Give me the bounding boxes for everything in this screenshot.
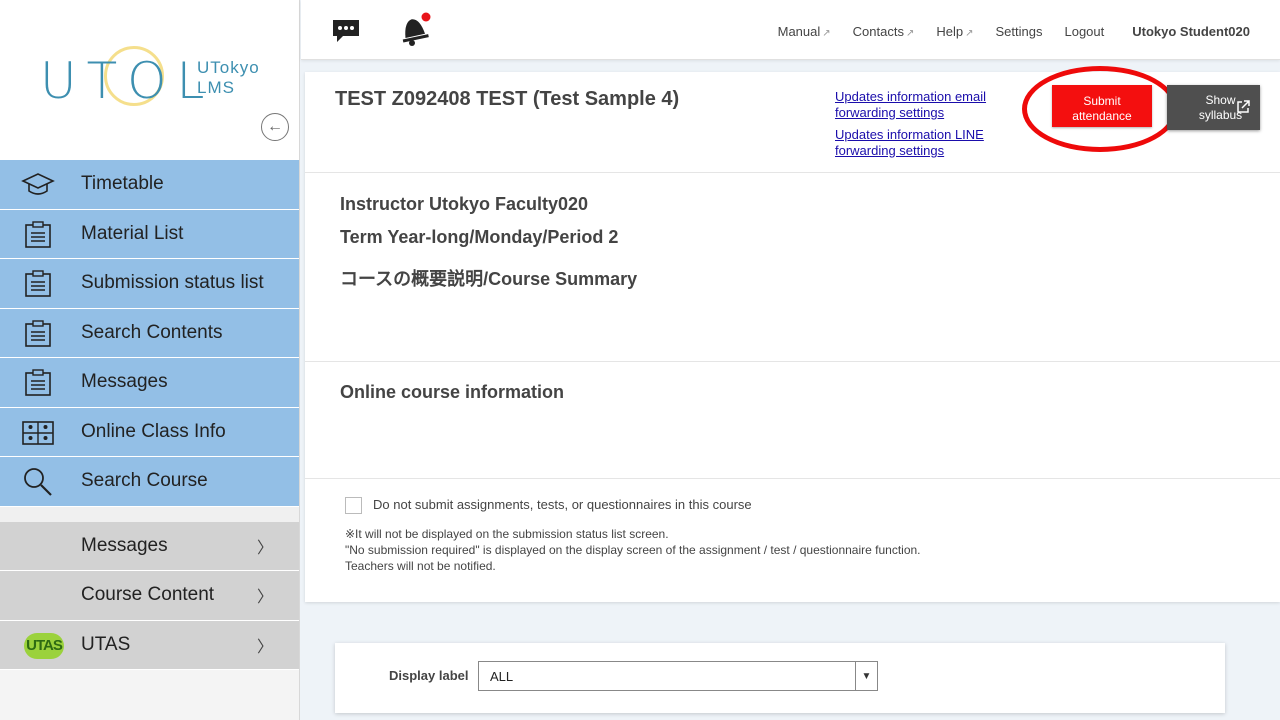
graduation-cap-icon bbox=[20, 170, 56, 200]
email-forwarding-link[interactable]: Updates information email forwarding set… bbox=[835, 89, 986, 121]
syllabus-label-line1: Show bbox=[1205, 93, 1236, 107]
display-label-filter: Display label ALL ▼ bbox=[335, 643, 1225, 713]
display-label-select[interactable]: ALL ▼ bbox=[478, 661, 878, 691]
submit-attendance-button[interactable]: Submit attendance bbox=[1052, 85, 1152, 127]
external-link-icon bbox=[1236, 100, 1250, 118]
line-forwarding-link[interactable]: Updates information LINE forwarding sett… bbox=[835, 127, 986, 159]
sidebar-item-messages-menu[interactable]: Messages 〉 bbox=[0, 521, 299, 571]
sidebar-item-label: Messages bbox=[81, 371, 168, 393]
settings-link[interactable]: Settings bbox=[996, 24, 1043, 39]
course-title: TEST Z092408 TEST (Test Sample 4) bbox=[335, 88, 680, 110]
sidebar-item-label: Material List bbox=[81, 222, 184, 244]
sidebar-item-label: Timetable bbox=[81, 173, 164, 195]
utol-logo: UTOL bbox=[40, 52, 215, 110]
online-course-heading: Online course information bbox=[340, 382, 565, 402]
sidebar-item-label: Search Contents bbox=[81, 321, 223, 343]
note-line: Teachers will not be notified. bbox=[345, 559, 496, 573]
display-label-caption: Display label bbox=[389, 668, 469, 683]
sidebar-item-label: Search Course bbox=[81, 470, 208, 492]
clipboard-icon bbox=[20, 269, 56, 299]
clipboard-icon bbox=[20, 220, 56, 250]
manual-link[interactable]: Manual bbox=[778, 24, 831, 39]
note-line: "No submission required" is displayed on… bbox=[345, 543, 921, 557]
divider bbox=[305, 172, 1280, 173]
chevron-right-icon: 〉 bbox=[256, 589, 273, 607]
sidebar-item-submission-status[interactable]: Submission status list bbox=[0, 259, 299, 309]
dropdown-arrow-icon: ▼ bbox=[855, 662, 877, 690]
email-forwarding-link-line2: forwarding settings bbox=[835, 105, 945, 120]
show-syllabus-button[interactable]: Show syllabus bbox=[1167, 85, 1260, 130]
logo-sub-line2: LMS bbox=[197, 78, 235, 97]
sidebar-item-search-course[interactable]: Search Course bbox=[0, 457, 299, 507]
sidebar-item-messages[interactable]: Messages bbox=[0, 358, 299, 408]
chevron-right-icon: 〉 bbox=[256, 539, 273, 557]
clipboard-icon bbox=[20, 368, 56, 398]
email-forwarding-link-line1: Updates information email bbox=[835, 89, 987, 104]
sidebar-item-label: Messages bbox=[81, 534, 168, 556]
logout-link[interactable]: Logout bbox=[1064, 24, 1104, 39]
no-submission-label: Do not submit assignments, tests, or que… bbox=[373, 497, 752, 512]
logo-sub-line1: UTokyo bbox=[197, 58, 260, 77]
user-name: Utokyo Student020 bbox=[1132, 24, 1250, 39]
sidebar-item-label: UTAS bbox=[81, 633, 131, 655]
sidebar: UTOL UTokyo LMS ← Timetable Material Lis… bbox=[0, 0, 300, 720]
sidebar-gap bbox=[0, 506, 299, 522]
instructor-info: Instructor Utokyo Faculty020 bbox=[340, 194, 589, 214]
help-link[interactable]: Help bbox=[936, 24, 973, 39]
divider bbox=[305, 361, 1280, 362]
sidebar-item-material-list[interactable]: Material List bbox=[0, 209, 299, 259]
no-submission-note: ※It will not be displayed on the submiss… bbox=[345, 526, 921, 574]
note-line: ※It will not be displayed on the submiss… bbox=[345, 527, 669, 541]
contacts-link[interactable]: Contacts bbox=[853, 24, 915, 39]
sidebar-item-label: Course Content bbox=[81, 584, 215, 606]
sidebar-item-label: Submission status list bbox=[81, 272, 264, 294]
sidebar-item-course-content[interactable]: Course Content 〉 bbox=[0, 571, 299, 621]
top-header: Manual Contacts Help Settings Logout Uto… bbox=[301, 0, 1280, 60]
header-links: Manual Contacts Help Settings Logout Uto… bbox=[778, 24, 1250, 39]
video-grid-icon bbox=[20, 418, 56, 448]
collapse-sidebar-icon[interactable]: ← bbox=[261, 113, 289, 141]
chat-bubble-icon[interactable] bbox=[331, 18, 361, 49]
selected-value: ALL bbox=[490, 669, 514, 684]
divider bbox=[305, 478, 1280, 479]
course-summary-heading: コースの概要説明/Course Summary bbox=[340, 269, 638, 289]
sidebar-item-online-class-info[interactable]: Online Class Info bbox=[0, 407, 299, 457]
attend-label-line2: attendance bbox=[1072, 109, 1132, 123]
no-submission-checkbox[interactable] bbox=[345, 497, 362, 514]
clipboard-icon bbox=[20, 319, 56, 349]
term-info: Term Year-long/Monday/Period 2 bbox=[340, 227, 619, 247]
chevron-right-icon: 〉 bbox=[256, 638, 273, 656]
sidebar-item-utas[interactable]: UTAS UTAS 〉 bbox=[0, 620, 299, 670]
update-forwarding-links: Updates information email forwarding set… bbox=[835, 89, 986, 159]
sidebar-item-search-contents[interactable]: Search Contents bbox=[0, 308, 299, 358]
notification-bell-icon[interactable] bbox=[396, 12, 432, 51]
sidebar-item-label: Online Class Info bbox=[81, 420, 226, 442]
attend-label-line1: Submit bbox=[1083, 94, 1121, 108]
utas-logo-icon: UTAS bbox=[24, 632, 64, 659]
course-panel: TEST Z092408 TEST (Test Sample 4) Update… bbox=[305, 66, 1280, 602]
magnifier-icon bbox=[20, 467, 56, 497]
sidebar-item-timetable[interactable]: Timetable bbox=[0, 160, 299, 210]
logo-area: UTOL UTokyo LMS ← bbox=[0, 0, 299, 160]
line-forwarding-link-line2: forwarding settings bbox=[835, 143, 945, 158]
utokyo-lms-logo-text: UTokyo LMS bbox=[197, 58, 260, 98]
line-forwarding-link-line1: Updates information LINE bbox=[835, 127, 984, 142]
